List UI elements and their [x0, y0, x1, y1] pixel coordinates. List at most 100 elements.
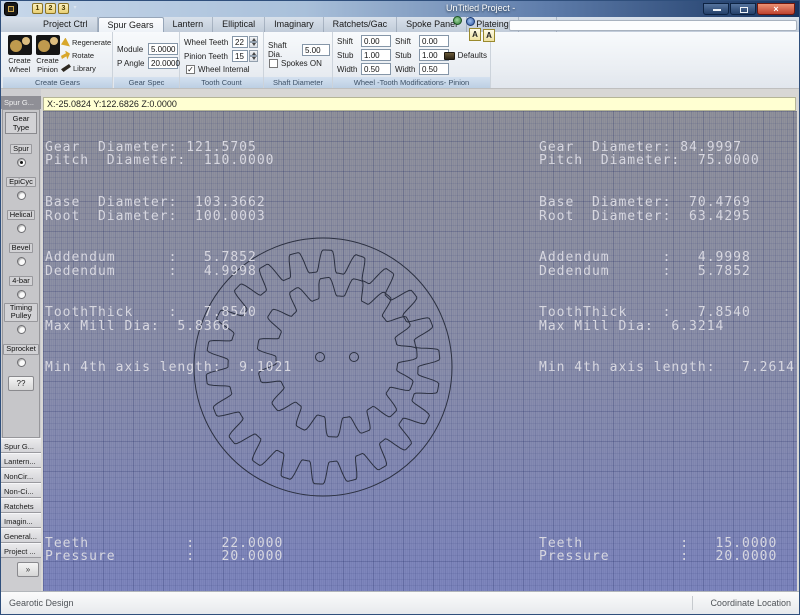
group-create-gears: Create Wheel Create Pinion Regenerate Ro… — [3, 32, 113, 88]
gear-type-option-timing-pulley[interactable]: Timing Pulley — [3, 303, 39, 335]
tab-lantern[interactable]: Lantern — [164, 17, 214, 32]
gear-type-option-helical[interactable]: Helical — [3, 204, 39, 233]
pinion-teeth-label: Pinion Teeth — [184, 51, 228, 61]
gear-type-title: Gear Type — [5, 112, 37, 134]
close-icon: × — [773, 4, 779, 14]
radio-spur-icon[interactable] — [16, 158, 26, 167]
gear-type-option-bevel[interactable]: Bevel — [3, 237, 39, 266]
radio-bevel-icon[interactable] — [16, 257, 26, 266]
rotate-button[interactable]: Rotate — [61, 49, 113, 61]
group-label-tooth-modifications: Wheel -Tooth Modifications- Pinion — [333, 77, 490, 88]
qat-button-3[interactable]: 3 — [58, 3, 69, 14]
create-pinion-label: Create Pinion — [36, 56, 59, 74]
group-tooth-count: Wheel Teeth 22 Pinion Teeth 15 ✓ Wheel I… — [180, 32, 264, 88]
shift-pinion-field[interactable]: 0.00 — [419, 35, 449, 47]
gear-type-option-spur[interactable]: Spur — [3, 138, 39, 167]
help-icon[interactable] — [466, 17, 475, 26]
radio-4bar-icon[interactable] — [16, 290, 26, 299]
regenerate-icon — [61, 37, 70, 47]
minimize-button[interactable] — [703, 3, 729, 15]
maximize-icon — [740, 7, 748, 13]
spin-down-icon[interactable] — [249, 42, 258, 48]
regenerate-button[interactable]: Regenerate — [61, 36, 113, 48]
tab-ratchets[interactable]: Ratchets/Gac — [324, 17, 398, 32]
qat-button-2[interactable]: 2 — [45, 3, 56, 14]
title-bar: 1 2 3 ▾ UnTitled Project - × — [1, 1, 799, 17]
shift-wheel-field[interactable]: 0.00 — [361, 35, 391, 47]
help-button[interactable]: ?? — [8, 376, 34, 392]
sidebar-item-project[interactable]: Project ... — [1, 543, 41, 558]
width-pinion-field[interactable]: 0.50 — [419, 63, 449, 75]
gear-type-option-4bar[interactable]: 4-bar — [3, 270, 39, 299]
qat-dropdown-icon[interactable]: ▾ — [71, 3, 79, 14]
gear-type-option-epicyc[interactable]: EpiCyc — [3, 171, 39, 200]
shift-wheel-label: Shift — [337, 36, 354, 46]
sidebar-item-noncircular[interactable]: NonCir... — [1, 468, 41, 483]
pinion-teeth-stepper[interactable] — [249, 50, 258, 62]
spin-down-icon[interactable] — [249, 56, 258, 62]
ribbon-blank-field[interactable] — [509, 20, 797, 31]
rotate-label: Rotate — [72, 50, 95, 60]
wheel-teeth-field[interactable]: 22 — [232, 36, 248, 48]
wheel-summary-readout: Teeth : 22.0000Pressure : 20.0000 Module… — [45, 535, 284, 565]
wheel-info-readout: Gear Diameter: 121.5705 Pitch Diameter: 1… — [45, 139, 293, 376]
create-pinion-button[interactable]: Create Pinion — [34, 35, 61, 74]
tab-elliptical[interactable]: Elliptical — [213, 17, 266, 32]
wheel-internal-checkbox[interactable]: ✓ — [186, 65, 195, 74]
globe-icon[interactable] — [453, 16, 462, 25]
defaults-label: Defaults — [457, 51, 487, 60]
font-increase-button[interactable]: A — [469, 28, 481, 41]
sidebar-item-spur-gears[interactable]: Spur G... — [1, 438, 41, 453]
tab-spur-gears[interactable]: Spur Gears — [97, 17, 164, 32]
option-label: Helical — [6, 210, 36, 221]
wheel-teeth-stepper[interactable] — [249, 36, 258, 48]
pinion-hole-left — [315, 352, 325, 362]
close-button[interactable]: × — [757, 3, 795, 15]
sidebar-item-ratchets[interactable]: Ratchets — [1, 498, 41, 513]
sidebar-item-imaginary[interactable]: Imagin... — [1, 513, 41, 528]
library-label: Library — [73, 63, 96, 73]
minimize-icon — [713, 9, 721, 11]
stub-wheel-label: Stub — [337, 50, 354, 60]
status-app-name: Gearotic Design — [9, 598, 74, 608]
create-wheel-button[interactable]: Create Wheel — [6, 35, 33, 74]
sidebar-item-general[interactable]: General... — [1, 528, 41, 543]
pinion-summary-readout: Teeth : 15.0000Pressure : 20.0000 Module… — [539, 535, 778, 565]
sidebar-item-lantern[interactable]: Lantern... — [1, 453, 41, 468]
gears-icon — [7, 35, 32, 55]
pinion-teeth-field[interactable]: 15 — [232, 50, 248, 62]
app-icon[interactable] — [4, 2, 18, 16]
radio-timing-pulley-icon[interactable] — [16, 325, 26, 335]
tab-imaginary[interactable]: Imaginary — [265, 17, 324, 32]
maximize-button[interactable] — [730, 3, 756, 15]
radio-epicyc-icon[interactable] — [16, 191, 26, 200]
wheel-teeth-label: Wheel Teeth — [184, 37, 229, 47]
font-decrease-button[interactable]: A — [483, 29, 495, 42]
coordinate-readout-bar: X:-25.0824 Y:122.6826 Z:0.0000 — [43, 97, 796, 111]
sidebar-top-tab-spur[interactable]: Spur G... — [1, 96, 41, 109]
defaults-button[interactable]: Defaults — [443, 51, 487, 60]
tab-project-ctrl[interactable]: Project Ctrl — [34, 17, 98, 32]
sidebar: Spur G... Gear Type Spur EpiCyc Helical … — [1, 89, 41, 591]
radio-helical-icon[interactable] — [16, 224, 26, 233]
shaft-dia-field[interactable]: 5.00 — [302, 44, 330, 56]
width-wheel-field[interactable]: 0.50 — [361, 63, 391, 75]
module-field[interactable]: 5.0000 — [148, 43, 178, 55]
shift-pinion-label: Shift — [395, 36, 412, 46]
radio-sprocket-icon[interactable] — [16, 358, 26, 368]
spokes-on-label: Spokes ON — [281, 59, 322, 68]
qat-button-1[interactable]: 1 — [32, 3, 43, 14]
drawing-canvas[interactable]: Gear Diameter: 121.5705 Pitch Diameter: 1… — [43, 111, 797, 591]
stub-wheel-field[interactable]: 1.00 — [361, 49, 391, 61]
gear-type-option-sprocket[interactable]: Sprocket — [3, 338, 39, 368]
quick-access-toolbar: 1 2 3 ▾ — [32, 3, 79, 14]
spokes-on-checkbox[interactable] — [269, 59, 278, 68]
sidebar-overflow-button[interactable]: » — [17, 562, 39, 577]
library-button[interactable]: Library — [61, 62, 113, 74]
sidebar-item-noncircular-2[interactable]: Non-Ci... — [1, 483, 41, 498]
pressure-angle-field[interactable]: 20.0000 — [148, 57, 180, 69]
pinion-info-readout: Gear Diameter: 84.9997 Pitch Diameter: 75… — [539, 139, 795, 376]
app-window: 1 2 3 ▾ UnTitled Project - × Project Ctr… — [0, 0, 800, 615]
option-label: Timing Pulley — [4, 303, 38, 322]
ribbon: Create Wheel Create Pinion Regenerate Ro… — [1, 32, 799, 89]
